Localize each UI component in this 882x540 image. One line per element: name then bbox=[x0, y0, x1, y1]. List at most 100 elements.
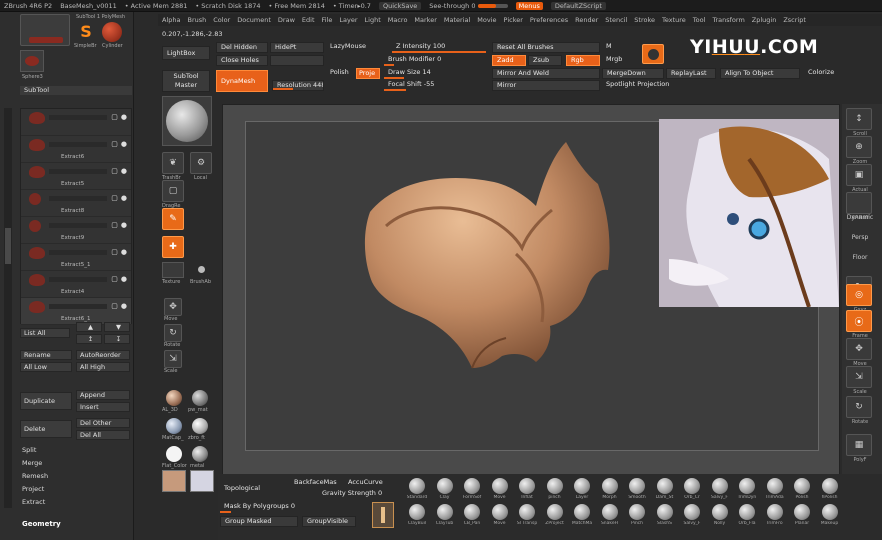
merge-menu[interactable]: Merge bbox=[22, 459, 42, 467]
gxyz-icon[interactable]: ◎ bbox=[846, 284, 872, 306]
brushalpha-icon[interactable] bbox=[198, 266, 205, 273]
menu-stroke[interactable]: Stroke bbox=[634, 16, 655, 24]
brush-morph-icon[interactable] bbox=[601, 478, 618, 494]
document-canvas[interactable] bbox=[222, 104, 840, 500]
rgb-button[interactable]: Rgb bbox=[566, 55, 600, 66]
accucurve-button[interactable]: AccuCurve bbox=[344, 478, 394, 489]
mrgb-button[interactable]: Mrgb bbox=[602, 55, 638, 66]
quicksave-button[interactable]: QuickSave bbox=[378, 1, 422, 10]
all-low-button[interactable]: All Low bbox=[20, 362, 72, 372]
brush-snakeh-icon[interactable] bbox=[601, 504, 618, 520]
menu-texture[interactable]: Texture bbox=[662, 16, 686, 24]
groupvisible-button[interactable]: GroupVisible bbox=[302, 516, 356, 527]
subtool-item[interactable]: ▢ ● bbox=[21, 109, 131, 136]
polypaint-icon[interactable]: ▢ bbox=[111, 140, 118, 148]
seethrough-track[interactable] bbox=[477, 3, 508, 8]
move-icon[interactable]: ✥ bbox=[164, 298, 182, 316]
simplebrush-icon[interactable]: S bbox=[76, 22, 96, 42]
menu-movie[interactable]: Movie bbox=[477, 16, 496, 24]
brush-cb-pan-icon[interactable] bbox=[464, 504, 480, 520]
brush-si-transp-icon[interactable] bbox=[519, 504, 535, 520]
gravity-strength-slider[interactable]: Gravity Strength 0 bbox=[318, 489, 400, 500]
arrow-down-end-icon[interactable]: ↧ bbox=[104, 334, 130, 344]
brush-dam-st-icon[interactable] bbox=[656, 478, 673, 494]
visibility-eye-icon[interactable]: ● bbox=[121, 194, 127, 202]
visibility-eye-icon[interactable]: ● bbox=[121, 248, 127, 256]
duplicate-button[interactable]: Duplicate bbox=[20, 392, 72, 410]
visibility-eye-icon[interactable]: ● bbox=[121, 275, 127, 283]
menu-zplugin[interactable]: Zplugin bbox=[752, 16, 777, 24]
menu-picker[interactable]: Picker bbox=[504, 16, 523, 24]
polypaint-icon[interactable]: ▢ bbox=[111, 275, 118, 283]
brush-trimdyn-icon[interactable] bbox=[739, 478, 755, 494]
subtool-master-button[interactable]: SubTool Master bbox=[162, 70, 210, 92]
seethrough-slider[interactable]: See-through 0 bbox=[429, 2, 508, 10]
visibility-eye-icon[interactable]: ● bbox=[121, 167, 127, 175]
brush-makeup-icon[interactable] bbox=[821, 504, 838, 520]
list-all-button[interactable]: List All bbox=[20, 328, 70, 338]
arrow-up-end-icon[interactable]: ↥ bbox=[76, 334, 102, 344]
menu-layer[interactable]: Layer bbox=[339, 16, 357, 24]
subtool-item[interactable]: Extract5_1 ▢ ● bbox=[21, 244, 131, 271]
focal-shift-slider[interactable]: Focal Shift -55 bbox=[384, 80, 486, 91]
menu-document[interactable]: Document bbox=[237, 16, 271, 24]
brush-slashs-icon[interactable] bbox=[656, 504, 673, 520]
actual-icon[interactable]: ▣ bbox=[846, 164, 872, 186]
material-zbro-icon[interactable] bbox=[192, 418, 208, 434]
lazymouse-button[interactable]: LazyMouse bbox=[326, 42, 376, 53]
brush-modifier-slider[interactable]: Brush Modifier 0 bbox=[384, 55, 486, 66]
local-icon[interactable]: ⚙ bbox=[190, 152, 212, 174]
aahalf-icon[interactable] bbox=[846, 192, 872, 214]
brush-nolly-icon[interactable] bbox=[711, 504, 728, 520]
right-floor-button[interactable]: Floor bbox=[844, 254, 876, 261]
append-button[interactable]: Append bbox=[76, 390, 130, 400]
brush-trimfro-icon[interactable] bbox=[766, 504, 783, 520]
menu-transform[interactable]: Transform bbox=[712, 16, 744, 24]
brush-claybuil-icon[interactable] bbox=[409, 504, 425, 520]
brush-standard-icon[interactable] bbox=[409, 478, 425, 494]
material-al3d-icon[interactable] bbox=[166, 390, 182, 406]
rename-button[interactable]: Rename bbox=[20, 350, 72, 360]
palette-scrollbar[interactable] bbox=[4, 108, 12, 508]
zsub-button[interactable]: Zsub bbox=[528, 55, 562, 66]
brush-move-icon[interactable] bbox=[491, 504, 508, 520]
polypaint-icon[interactable]: ▢ bbox=[111, 194, 118, 202]
scrollbar-thumb[interactable] bbox=[5, 228, 11, 264]
brush-inflat-icon[interactable] bbox=[519, 478, 535, 494]
spotlight-projection-button[interactable]: Spotlight Projection bbox=[602, 80, 712, 91]
colorize-button[interactable]: Colorize bbox=[804, 68, 844, 79]
default-zscript-button[interactable]: DefaultZScript bbox=[550, 1, 606, 10]
polyf-icon[interactable]: ▦ bbox=[846, 434, 872, 456]
menu-tool[interactable]: Tool bbox=[693, 16, 706, 24]
draw-size-slider[interactable]: Draw Size 14 bbox=[384, 68, 486, 79]
resolution-slider[interactable]: Resolution 448 bbox=[272, 80, 324, 91]
scale-icon[interactable]: ⇲ bbox=[846, 366, 872, 388]
trashes-icon[interactable]: ❦ bbox=[162, 152, 184, 174]
menu-macro[interactable]: Macro bbox=[388, 16, 408, 24]
right-dynamic-button[interactable]: Dynamic bbox=[844, 214, 876, 221]
subtool-item[interactable]: Extract6_1 ▢ ● bbox=[21, 298, 131, 325]
zadd-button[interactable]: Zadd bbox=[492, 55, 526, 66]
brush-claytub-icon[interactable] bbox=[436, 504, 453, 520]
brush-move-icon[interactable] bbox=[491, 478, 508, 494]
polypaint-icon[interactable]: ▢ bbox=[111, 113, 118, 121]
close-holes-button[interactable]: Close Holes bbox=[216, 55, 268, 66]
geometry-menu[interactable]: Geometry bbox=[22, 520, 61, 528]
insert-button[interactable]: Insert bbox=[76, 402, 130, 412]
menu-marker[interactable]: Marker bbox=[414, 16, 436, 24]
del-all-button[interactable]: Del All bbox=[76, 430, 130, 440]
z-intensity-slider[interactable]: Z Intensity 100 bbox=[392, 42, 486, 53]
del-hidden-button[interactable]: Del Hidden bbox=[216, 42, 268, 53]
active-brush-icon[interactable] bbox=[372, 502, 394, 528]
extract-menu[interactable]: Extract bbox=[22, 498, 45, 506]
subtool-header[interactable]: SubTool bbox=[20, 86, 132, 95]
brush-orb-fla-icon[interactable] bbox=[739, 504, 755, 520]
del-other-button[interactable]: Del Other bbox=[76, 418, 130, 428]
subtool-item[interactable]: Extract5 ▢ ● bbox=[21, 163, 131, 190]
subtool-item[interactable]: Extract4 ▢ ● bbox=[21, 271, 131, 298]
brush-smooth-icon[interactable] bbox=[629, 478, 645, 494]
m-button[interactable]: M bbox=[602, 42, 638, 53]
menu-render[interactable]: Render bbox=[575, 16, 598, 24]
draw-icon[interactable]: ✚ bbox=[162, 236, 184, 258]
frame-icon[interactable]: ⦿ bbox=[846, 310, 872, 332]
